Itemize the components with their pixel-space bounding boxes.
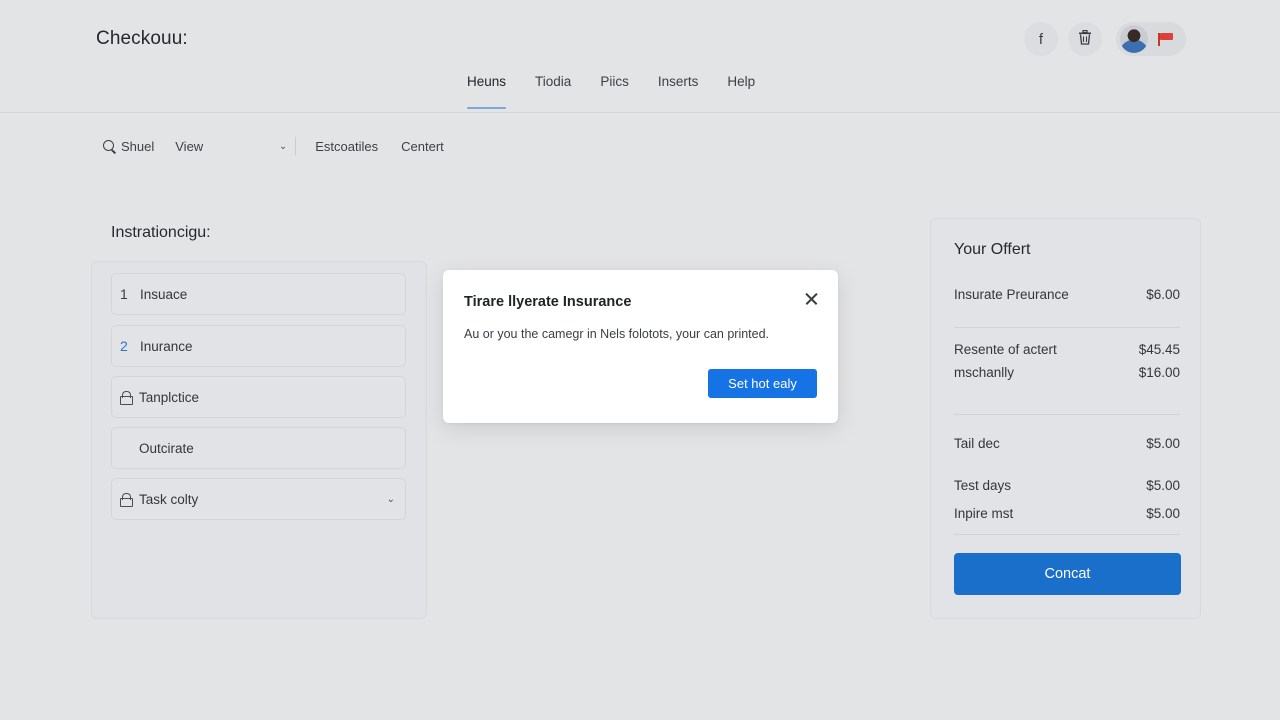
checkout-page: Checkouu: f Heuns Tiodia Piics Inserts H… — [0, 0, 1280, 720]
offer-line-value: $45.45 — [1138, 342, 1180, 357]
toolbar-link-estcoatiles[interactable]: Estcoatiles — [315, 139, 378, 154]
tab-tiodia[interactable]: Tiodia — [535, 74, 571, 109]
dialog-title: Tirare llyerate Insurance — [464, 294, 632, 310]
offer-line-label: Test days — [954, 478, 1012, 493]
flag-icon — [1156, 32, 1174, 46]
toolbar-divider — [295, 137, 297, 155]
toolbar: Shuel View ⌄ Estcoatiles Centert — [103, 137, 444, 155]
step-label: Inurance — [140, 338, 193, 354]
tab-help[interactable]: Help — [727, 74, 755, 109]
offer-line-label: Tail dec — [954, 436, 1000, 451]
offer-panel: Your Offert Insurate Preurance $6.00 Res… — [930, 218, 1201, 619]
header-divider — [0, 112, 1280, 113]
offer-line: Tail dec $5.00 — [954, 436, 1180, 451]
offer-line: mschanlly $16.00 — [954, 365, 1180, 380]
view-dropdown[interactable]: View ⌄ — [175, 139, 287, 154]
tab-piics[interactable]: Piics — [600, 74, 629, 109]
close-icon[interactable] — [804, 292, 818, 306]
user-menu[interactable] — [1116, 22, 1186, 56]
step-item[interactable]: Tanplctice — [111, 376, 406, 418]
trash-icon — [1078, 29, 1092, 49]
search-button[interactable]: Shuel — [103, 139, 154, 154]
offer-line-value: $16.00 — [1138, 365, 1180, 380]
view-label: View — [175, 138, 204, 154]
facebook-button[interactable]: f — [1024, 22, 1058, 56]
avatar — [1120, 25, 1148, 53]
step-label: Insuace — [140, 286, 188, 302]
search-label: Shuel — [121, 138, 155, 154]
toolbar-link-centert[interactable]: Centert — [401, 139, 444, 154]
offer-title: Your Offert — [954, 241, 1031, 258]
search-icon — [103, 139, 116, 153]
lock-icon — [120, 391, 133, 405]
step-item[interactable]: Outcirate — [111, 427, 406, 469]
offer-divider — [954, 534, 1180, 535]
chevron-down-icon: ⌄ — [278, 140, 288, 152]
facebook-icon: f — [1038, 30, 1044, 48]
steps-title: Instrationcigu: — [111, 224, 211, 241]
main-tabs: Heuns Tiodia Piics Inserts Help — [467, 74, 755, 109]
offer-line: Resente of actert $45.45 — [954, 342, 1180, 357]
insurance-dialog: Tirare llyerate Insurance Au or you the … — [443, 270, 838, 423]
page-title: Checkouu: — [96, 28, 188, 49]
dialog-body: Au or you the camegr in Nels folotots, y… — [464, 327, 770, 341]
offer-divider — [954, 327, 1180, 328]
step-number: 1 — [120, 286, 128, 302]
step-item[interactable]: 2 Inurance — [111, 325, 406, 367]
step-label: Outcirate — [139, 440, 194, 456]
concat-button[interactable]: Concat — [954, 553, 1181, 595]
chevron-down-icon: ⌄ — [386, 493, 395, 505]
offer-line-value: $5.00 — [1146, 478, 1180, 493]
offer-line-value: $5.00 — [1146, 436, 1180, 451]
offer-line-label: Insurate Preurance — [954, 287, 1069, 302]
header-actions: f — [1024, 22, 1186, 56]
offer-line-value: $6.00 — [1146, 287, 1180, 302]
offer-line: Test days $5.00 — [954, 478, 1180, 493]
offer-line-label: mschanlly — [954, 365, 1015, 380]
dialog-confirm-button[interactable]: Set hot ealy — [708, 369, 817, 398]
offer-line-value: $5.00 — [1146, 506, 1180, 521]
steps-panel: 1 Insuace 2 Inurance Tanplctice Outcirat… — [91, 261, 427, 619]
offer-divider — [954, 414, 1180, 415]
offer-line: Inpire mst $5.00 — [954, 506, 1180, 521]
offer-line-label: Inpire mst — [954, 506, 1014, 521]
offer-line: Insurate Preurance $6.00 — [954, 287, 1180, 302]
step-item[interactable]: Task colty ⌄ — [111, 478, 406, 520]
lock-icon — [120, 493, 133, 507]
step-label: Tanplctice — [139, 389, 200, 405]
step-label: Task colty — [139, 491, 199, 507]
offer-line-label: Resente of actert — [954, 342, 1057, 357]
trash-button[interactable] — [1068, 22, 1102, 56]
tab-heuns[interactable]: Heuns — [467, 74, 507, 109]
step-item[interactable]: 1 Insuace — [111, 273, 406, 315]
tab-inserts[interactable]: Inserts — [658, 74, 699, 109]
step-number: 2 — [120, 338, 128, 354]
